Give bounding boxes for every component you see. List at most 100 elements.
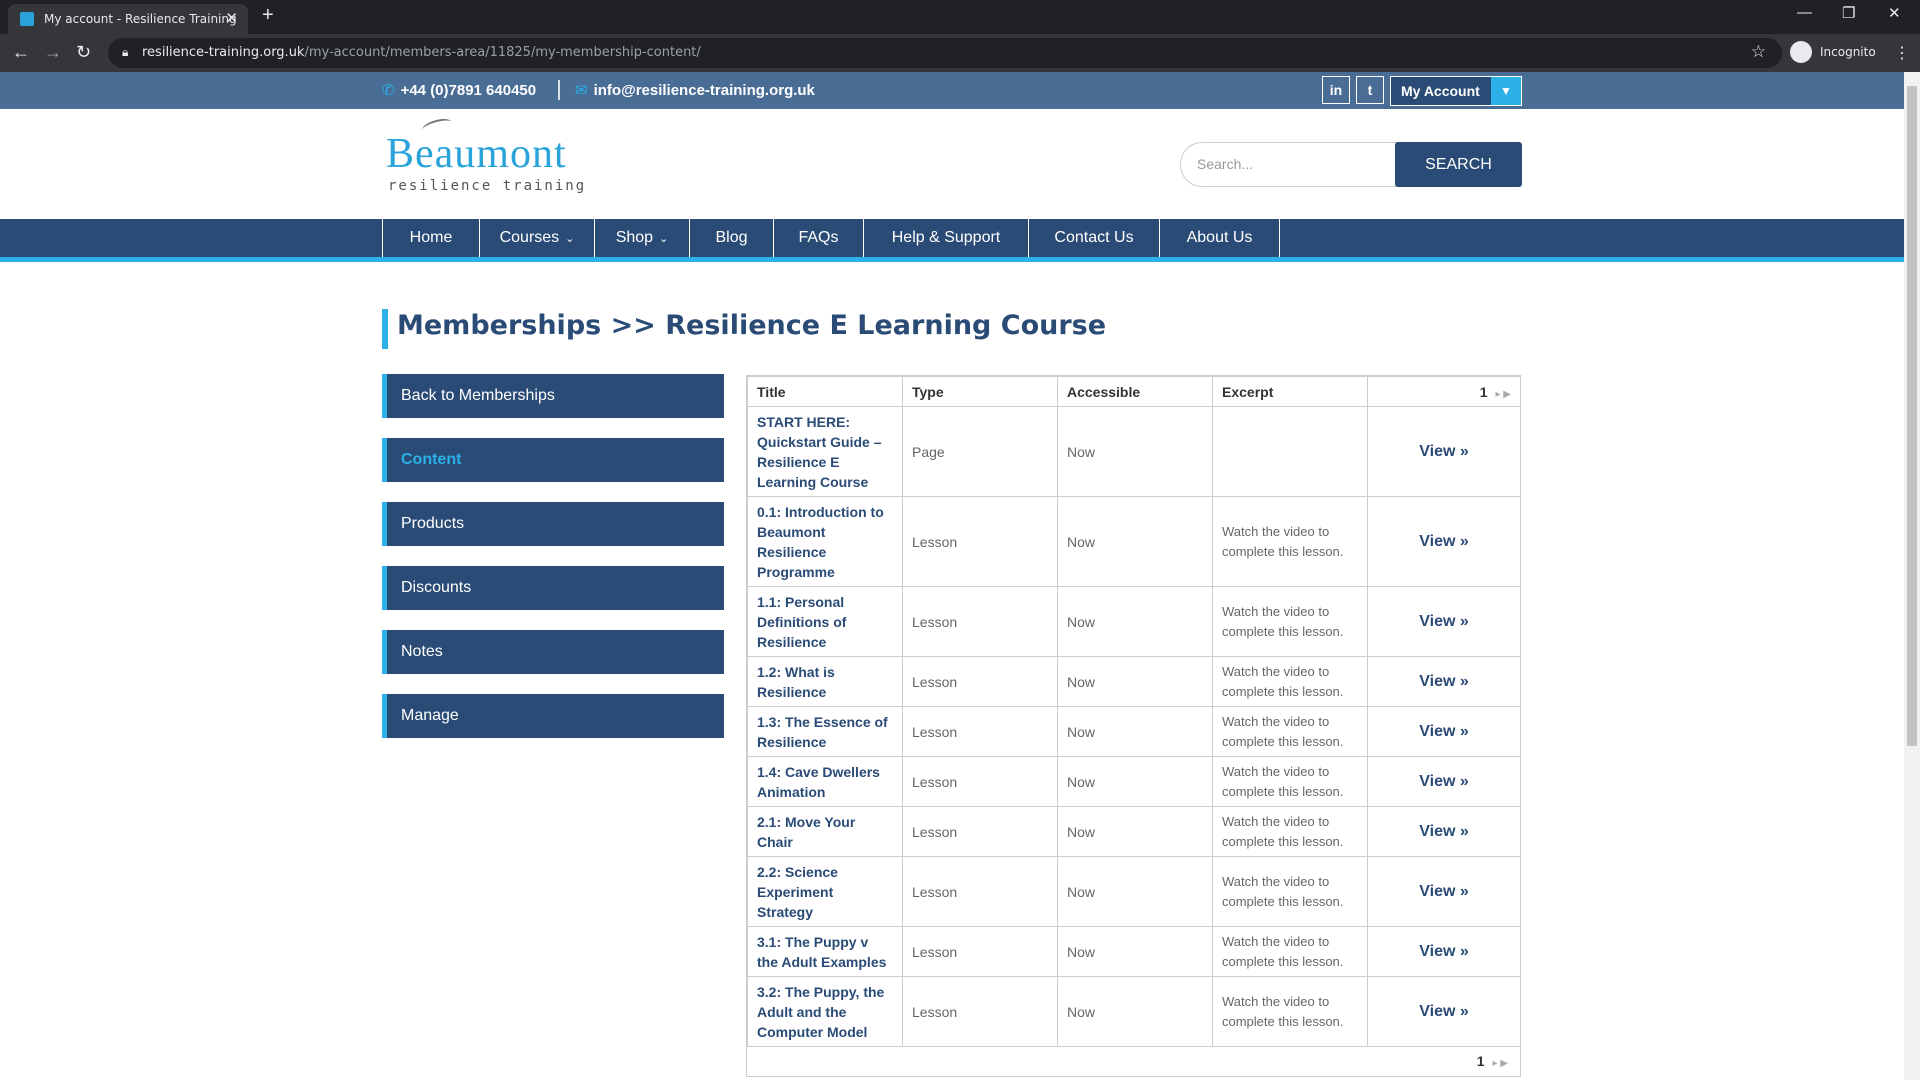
scrollbar-thumb[interactable]: [1907, 86, 1917, 746]
next-page-icon[interactable]: ▸ ▶: [1493, 1058, 1509, 1069]
sidebar-notes[interactable]: Notes: [382, 630, 724, 674]
close-window-icon[interactable]: ✕: [1888, 4, 1901, 22]
row-excerpt: Watch the video to complete this lesson.: [1212, 856, 1368, 927]
nav-about-us[interactable]: About Us: [1159, 219, 1280, 257]
address-bar[interactable]: 🔒︎ resilience-training.org.uk/my-account…: [108, 38, 1782, 68]
row-accessible: Now: [1057, 926, 1213, 977]
row-title-link[interactable]: 1.2: What is Resilience: [747, 656, 903, 707]
table-row: 2.2: Science Experiment Strategy Lesson …: [747, 856, 1521, 927]
sidebar-content[interactable]: Content: [382, 438, 724, 482]
linkedin-icon[interactable]: in: [1322, 76, 1350, 104]
row-type: Lesson: [902, 856, 1058, 927]
reload-icon[interactable]: ↻: [76, 42, 91, 63]
row-type: Page: [902, 406, 1058, 497]
table-row: 1.3: The Essence of Resilience Lesson No…: [747, 706, 1521, 757]
table-row: 1.1: Personal Definitions of Resilience …: [747, 586, 1521, 657]
nav-blog[interactable]: Blog: [689, 219, 773, 257]
nav-contact-us[interactable]: Contact Us: [1028, 219, 1159, 257]
row-type: Lesson: [902, 806, 1058, 857]
sidebar-back-to-memberships[interactable]: Back to Memberships: [382, 374, 724, 418]
logo-tagline: resilience training: [388, 178, 587, 194]
new-tab-icon[interactable]: +: [262, 4, 274, 27]
row-title-link[interactable]: 0.1: Introduction to Beaumont Resilience…: [747, 496, 903, 587]
search-input[interactable]: Search...: [1180, 142, 1400, 187]
row-title-link[interactable]: 2.2: Science Experiment Strategy: [747, 856, 903, 927]
row-excerpt: Watch the video to complete this lesson.: [1212, 926, 1368, 977]
sidebar-discounts[interactable]: Discounts: [382, 566, 724, 610]
view-link[interactable]: View »: [1419, 613, 1469, 630]
twitter-icon[interactable]: t: [1356, 76, 1384, 104]
row-title-link[interactable]: 2.1: Move Your Chair: [747, 806, 903, 857]
close-tab-icon[interactable]: ✕: [225, 9, 238, 27]
view-link[interactable]: View »: [1419, 533, 1469, 550]
row-title-link[interactable]: 3.1: The Puppy v the Adult Examples: [747, 926, 903, 977]
table-row: 1.2: What is Resilience Lesson Now Watch…: [747, 656, 1521, 707]
table-row: 1.4: Cave Dwellers Animation Lesson Now …: [747, 756, 1521, 807]
restore-icon[interactable]: ❐: [1842, 4, 1855, 22]
my-account-dropdown[interactable]: My Account ▼: [1390, 76, 1522, 106]
browser-menu-icon[interactable]: ⋮: [1894, 43, 1910, 63]
nav-home[interactable]: Home: [382, 219, 479, 257]
table-pager-top: 1 ▸ ▶: [1367, 376, 1521, 407]
row-excerpt: Watch the video to complete this lesson.: [1212, 976, 1368, 1047]
row-accessible: Now: [1057, 706, 1213, 757]
sidebar-manage[interactable]: Manage: [382, 694, 724, 738]
view-link[interactable]: View »: [1419, 883, 1469, 900]
view-link[interactable]: View »: [1419, 773, 1469, 790]
site-favicon-icon: [20, 12, 34, 26]
browser-toolbar: ← → ↻ 🔒︎ resilience-training.org.uk/my-a…: [0, 34, 1920, 72]
row-title-link[interactable]: START HERE: Quickstart Guide – Resilienc…: [747, 406, 903, 497]
sidebar-products[interactable]: Products: [382, 502, 724, 546]
view-link[interactable]: View »: [1419, 823, 1469, 840]
browser-tab[interactable]: My account - Resilience Training ✕: [8, 4, 248, 34]
title-accent-bar: [382, 309, 388, 349]
table-row: START HERE: Quickstart Guide – Resilienc…: [747, 406, 1521, 497]
chevron-down-icon: ⌄: [659, 233, 669, 245]
view-link[interactable]: View »: [1419, 443, 1469, 460]
row-accessible: Now: [1057, 406, 1213, 497]
minimize-icon[interactable]: —: [1797, 4, 1812, 21]
email-link[interactable]: ✉ info@resilience-training.org.uk: [575, 81, 815, 99]
nav-help-support[interactable]: Help & Support: [863, 219, 1028, 257]
page-number[interactable]: 1: [1477, 1053, 1485, 1069]
next-page-icon[interactable]: ▸ ▶: [1496, 389, 1512, 400]
nav-courses[interactable]: Courses ⌄: [479, 219, 594, 257]
row-title-link[interactable]: 1.3: The Essence of Resilience: [747, 706, 903, 757]
logo-name: Beaumont: [386, 131, 567, 177]
view-link[interactable]: View »: [1419, 723, 1469, 740]
table-row: 0.1: Introduction to Beaumont Resilience…: [747, 496, 1521, 587]
row-accessible: Now: [1057, 856, 1213, 927]
chevron-down-icon[interactable]: ▼: [1491, 77, 1521, 105]
col-header-excerpt[interactable]: Excerpt: [1212, 376, 1368, 407]
row-excerpt: Watch the video to complete this lesson.: [1212, 656, 1368, 707]
search-button[interactable]: SEARCH: [1395, 142, 1522, 187]
site-logo[interactable]: Beaumont resilience training: [382, 116, 584, 194]
row-type: Lesson: [902, 976, 1058, 1047]
row-title-link[interactable]: 3.2: The Puppy, the Adult and the Comput…: [747, 976, 903, 1047]
incognito-icon: [1790, 41, 1812, 63]
page-scrollbar[interactable]: [1904, 72, 1920, 1080]
forward-icon[interactable]: →: [44, 42, 62, 63]
view-link[interactable]: View »: [1419, 1003, 1469, 1020]
col-header-accessible[interactable]: Accessible: [1057, 376, 1213, 407]
row-title-link[interactable]: 1.1: Personal Definitions of Resilience: [747, 586, 903, 657]
tab-title: My account - Resilience Training: [44, 12, 237, 26]
row-excerpt: Watch the video to complete this lesson.: [1212, 806, 1368, 857]
incognito-profile[interactable]: Incognito: [1790, 39, 1890, 67]
bookmark-star-icon[interactable]: ☆: [1751, 42, 1766, 62]
row-type: Lesson: [902, 756, 1058, 807]
lock-icon: 🔒︎: [122, 45, 129, 59]
phone-link[interactable]: ✆ +44 (0)7891 640450: [382, 81, 536, 99]
nav-faqs[interactable]: FAQs: [773, 219, 863, 257]
nav-shop[interactable]: Shop ⌄: [594, 219, 689, 257]
view-link[interactable]: View »: [1419, 673, 1469, 690]
col-header-type[interactable]: Type: [902, 376, 1058, 407]
row-type: Lesson: [902, 496, 1058, 587]
col-header-title[interactable]: Title: [747, 376, 903, 407]
row-title-link[interactable]: 1.4: Cave Dwellers Animation: [747, 756, 903, 807]
back-icon[interactable]: ←: [12, 42, 30, 63]
view-link[interactable]: View »: [1419, 943, 1469, 960]
table-row: 3.1: The Puppy v the Adult Examples Less…: [747, 926, 1521, 977]
row-excerpt: Watch the video to complete this lesson.: [1212, 756, 1368, 807]
page-number[interactable]: 1: [1480, 384, 1488, 400]
